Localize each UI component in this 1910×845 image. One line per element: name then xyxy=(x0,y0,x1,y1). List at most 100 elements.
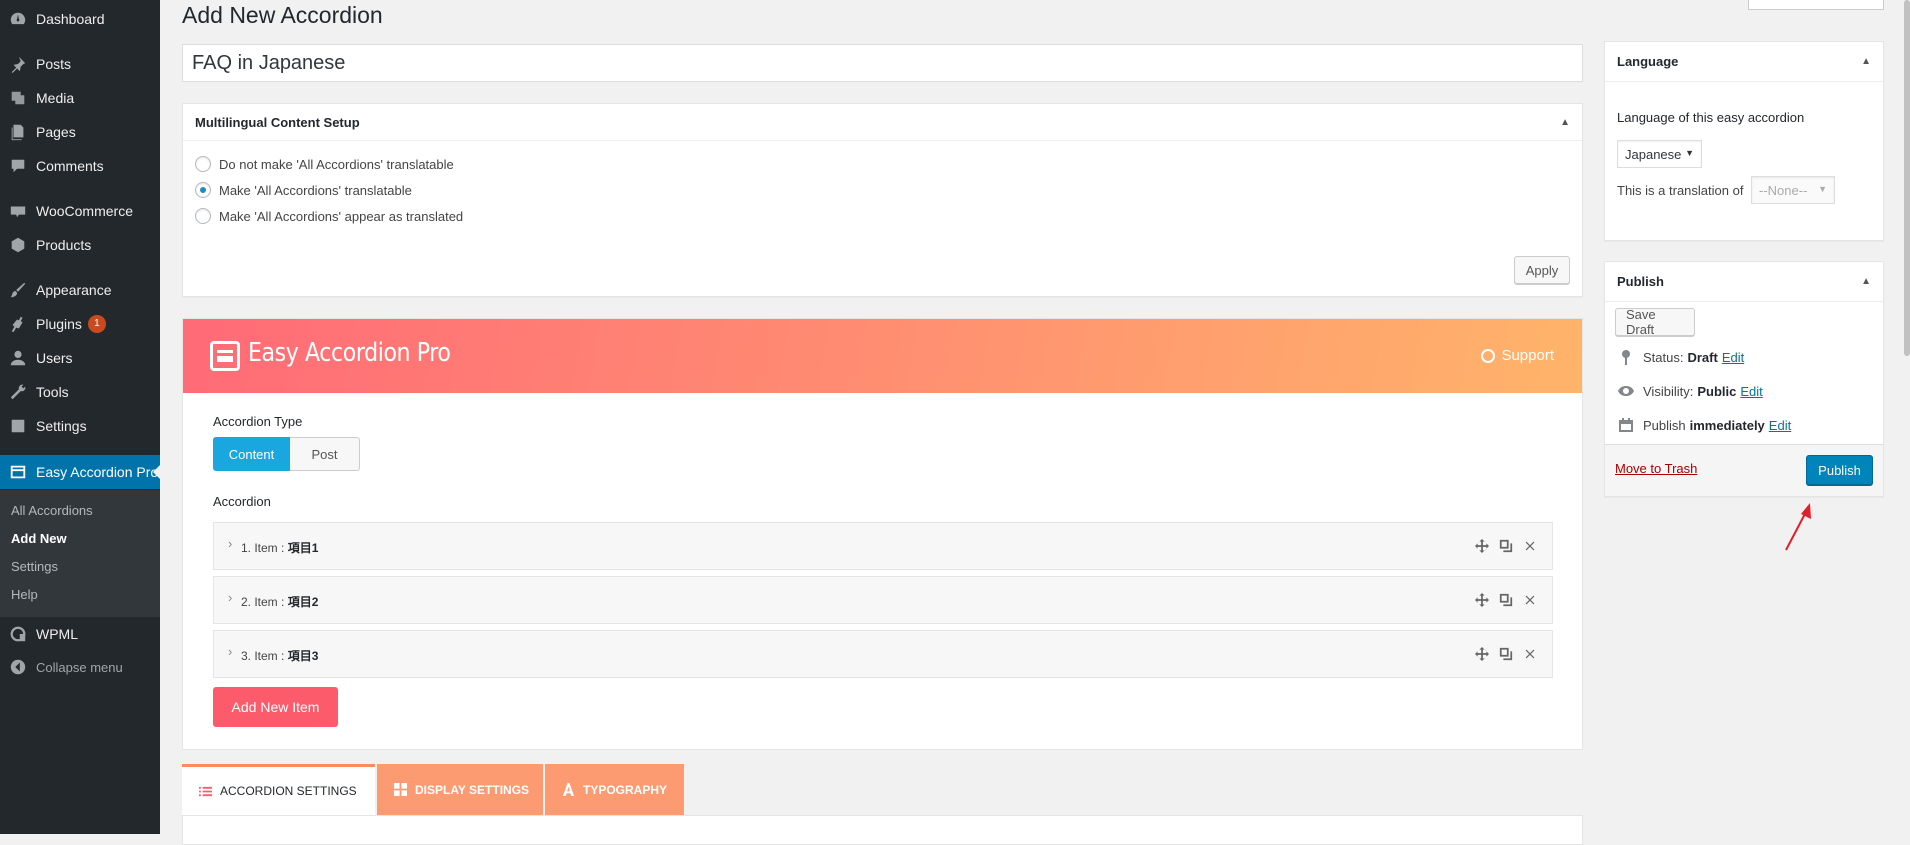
sidebar-item-dashboard[interactable]: Dashboard xyxy=(0,2,160,36)
easy-accordion-pro-panel: Easy Accordion Pro Support Accordion Typ… xyxy=(182,318,1583,750)
collapse-arrow-icon[interactable]: ▲ xyxy=(1861,56,1871,67)
screen-options-tab[interactable] xyxy=(1748,0,1884,10)
duplicate-icon[interactable] xyxy=(1498,592,1514,608)
sidebar-item-media[interactable]: Media xyxy=(0,81,160,115)
pages-icon xyxy=(8,122,28,142)
support-link[interactable]: Support xyxy=(1481,347,1554,364)
visibility-value: Public xyxy=(1697,383,1737,399)
submenu-help[interactable]: Help xyxy=(11,587,38,602)
tab-typography[interactable]: TYPOGRAPHY xyxy=(545,764,684,815)
sidebar-item-woocommerce[interactable]: WooCommerce xyxy=(0,194,160,228)
edit-schedule-link[interactable]: Edit xyxy=(1769,418,1791,433)
save-draft-button[interactable]: Save Draft xyxy=(1615,307,1695,337)
sidebar-item-products[interactable]: Products xyxy=(0,228,160,262)
duplicate-icon[interactable] xyxy=(1498,646,1514,662)
sidebar-item-pages[interactable]: Pages xyxy=(0,115,160,149)
multilingual-setup-header[interactable]: Multilingual Content Setup ▲ xyxy=(183,104,1582,141)
collapse-icon xyxy=(8,657,28,677)
page-scrollbar[interactable] xyxy=(1904,0,1910,834)
collapse-arrow-icon[interactable]: ▲ xyxy=(1861,276,1871,287)
type-post-button[interactable]: Post xyxy=(290,437,360,471)
chevron-right-icon[interactable]: › xyxy=(228,590,232,605)
language-header[interactable]: Language ▲ xyxy=(1605,42,1883,82)
submenu-all-accordions[interactable]: All Accordions xyxy=(11,503,93,518)
accordion-item[interactable]: › 1. Item : 項目1 xyxy=(213,522,1553,570)
sidebar-item-tools[interactable]: Tools xyxy=(0,375,160,409)
radio-label: Make 'All Accordions' translatable xyxy=(219,182,412,198)
radio-button[interactable] xyxy=(195,208,211,224)
sidebar-item-users[interactable]: Users xyxy=(0,341,160,375)
page-title: Add New Accordion xyxy=(182,2,383,28)
publish-box: Publish ▲ Save Draft Status: Draft Edit … xyxy=(1604,261,1884,497)
sidebar-item-label: WooCommerce xyxy=(36,203,133,219)
settings-icon xyxy=(8,416,28,436)
sidebar-item-plugins[interactable]: Plugins 1 xyxy=(0,307,160,341)
sidebar-item-appearance[interactable]: Appearance xyxy=(0,273,160,307)
schedule-row: Publish immediately Edit xyxy=(1617,416,1791,434)
brush-icon xyxy=(8,280,28,300)
submenu-settings[interactable]: Settings xyxy=(11,559,58,574)
sidebar-item-label: Plugins xyxy=(36,316,82,332)
submenu-add-new[interactable]: Add New xyxy=(11,531,67,546)
translation-value: --None-- xyxy=(1759,182,1808,198)
collapse-arrow-icon[interactable]: ▲ xyxy=(1560,117,1570,128)
chevron-right-icon[interactable]: › xyxy=(228,536,232,551)
chevron-right-icon[interactable]: › xyxy=(228,644,232,659)
language-box: Language ▲ Language of this easy accordi… xyxy=(1604,41,1884,241)
plugin-icon xyxy=(8,314,28,334)
move-icon[interactable] xyxy=(1474,592,1490,608)
add-new-item-button[interactable]: Add New Item xyxy=(213,687,338,727)
move-icon[interactable] xyxy=(1474,538,1490,554)
accordion-item[interactable]: › 3. Item : 項目3 xyxy=(213,630,1553,678)
sidebar-collapse-menu[interactable]: Collapse menu xyxy=(0,650,160,684)
tab-accordion-settings[interactable]: ACCORDION SETTINGS xyxy=(182,764,375,815)
type-content-button[interactable]: Content xyxy=(213,437,290,471)
status-value: Draft xyxy=(1687,349,1718,365)
move-to-trash-link[interactable]: Move to Trash xyxy=(1615,461,1697,476)
multilingual-setup-title: Multilingual Content Setup xyxy=(195,114,360,130)
edit-visibility-link[interactable]: Edit xyxy=(1740,384,1762,399)
sidebar-item-label: Dashboard xyxy=(36,11,105,27)
item-prefix: 3. Item : xyxy=(241,649,288,663)
sidebar-item-label: Users xyxy=(36,350,73,366)
tab-display-settings[interactable]: DISPLAY SETTINGS xyxy=(377,764,543,815)
post-title-input[interactable]: FAQ in Japanese xyxy=(182,44,1583,82)
calendar-icon xyxy=(1617,416,1635,434)
accordion-icon xyxy=(8,462,28,482)
language-box-title: Language xyxy=(1617,54,1679,69)
radio-translatable[interactable]: Make 'All Accordions' translatable xyxy=(195,182,412,198)
sidebar-item-posts[interactable]: Posts xyxy=(0,47,160,81)
dropdown-caret-icon: ▼ xyxy=(1685,148,1694,158)
sidebar-item-settings[interactable]: Settings xyxy=(0,409,160,443)
delete-icon[interactable] xyxy=(1522,592,1538,608)
sidebar-item-comments[interactable]: Comments xyxy=(0,149,160,183)
language-select[interactable]: Japanese ▼ xyxy=(1617,140,1702,168)
pin-icon xyxy=(8,54,28,74)
radio-appear-translated[interactable]: Make 'All Accordions' appear as translat… xyxy=(195,208,463,224)
radio-button[interactable] xyxy=(195,156,211,172)
accordion-item[interactable]: › 2. Item : 項目2 xyxy=(213,576,1553,624)
translation-of-select[interactable]: --None-- ▼ xyxy=(1751,176,1835,204)
radio-button-selected[interactable] xyxy=(195,182,211,198)
move-icon[interactable] xyxy=(1474,646,1490,662)
radio-not-translatable[interactable]: Do not make 'All Accordions' translatabl… xyxy=(195,156,454,172)
delete-icon[interactable] xyxy=(1522,538,1538,554)
sidebar-item-easy-accordion-pro[interactable]: Easy Accordion Pro xyxy=(0,455,160,489)
delete-icon[interactable] xyxy=(1522,646,1538,662)
annotation-arrow-icon xyxy=(1785,503,1811,551)
eap-banner: Easy Accordion Pro Support xyxy=(183,319,1582,393)
tab-label: DISPLAY SETTINGS xyxy=(415,782,530,797)
edit-status-link[interactable]: Edit xyxy=(1722,350,1744,365)
item-name: 項目3 xyxy=(287,649,319,663)
sidebar-item-wpml[interactable]: WPML xyxy=(0,617,160,651)
publish-actions: Move to Trash Publish xyxy=(1605,444,1883,496)
visibility-row: Visibility: Public Edit xyxy=(1617,382,1763,400)
duplicate-icon[interactable] xyxy=(1498,538,1514,554)
publish-header[interactable]: Publish ▲ xyxy=(1605,262,1883,302)
apply-button[interactable]: Apply xyxy=(1514,256,1570,284)
publish-button[interactable]: Publish xyxy=(1806,455,1873,485)
item-prefix: 1. Item : xyxy=(241,541,288,555)
scrollbar-thumb[interactable] xyxy=(1904,0,1910,356)
schedule-label: Publish xyxy=(1643,417,1686,433)
accordion-logo-icon xyxy=(210,341,240,371)
